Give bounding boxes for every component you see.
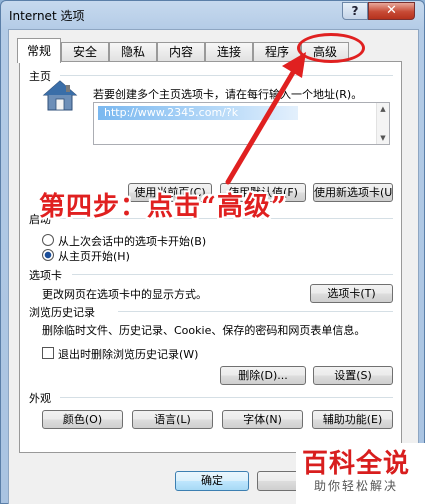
house-icon: [42, 80, 78, 111]
tabs-description: 更改网页在选项卡中的显示方式。: [42, 288, 207, 301]
close-button[interactable]: ✕: [368, 2, 415, 20]
delete-on-exit-checkbox[interactable]: [42, 347, 54, 359]
history-settings-button[interactable]: 设置(S): [313, 366, 393, 385]
pointer-arrow-icon: [225, 52, 306, 185]
watermark-main-text: 百科全说: [302, 449, 411, 479]
appearance-separator: [60, 397, 393, 398]
tab-security[interactable]: 安全: [61, 42, 109, 61]
tab-privacy[interactable]: 隐私: [109, 42, 157, 61]
use-new-tab-button[interactable]: 使用新选项卡(U): [313, 183, 393, 202]
radio-last-session[interactable]: [42, 234, 54, 246]
colors-button[interactable]: 颜色(O): [42, 410, 123, 429]
startup-home-label: 从主页开始(H): [58, 250, 130, 263]
radio-home-page[interactable]: [42, 249, 54, 261]
title-bar: Internet 选项 ? ✕: [1, 1, 424, 29]
scroll-down-icon[interactable]: ▼: [377, 132, 389, 144]
accessibility-button[interactable]: 辅助功能(E): [312, 410, 393, 429]
fonts-button[interactable]: 字体(N): [222, 410, 303, 429]
tabs-separator: [72, 274, 393, 275]
step-instruction-text: 第四步：点击“高级”: [39, 192, 287, 222]
tab-general[interactable]: 常规: [17, 38, 61, 63]
watermark-sub-text: 助你轻松解决: [314, 479, 399, 493]
delete-history-button[interactable]: 删除(D)...: [220, 366, 306, 385]
watermark: 百科全说 助你轻松解决: [296, 443, 425, 504]
startup-last-session-label: 从上次会话中的选项卡开始(B): [58, 235, 207, 248]
languages-button[interactable]: 语言(L): [132, 410, 213, 429]
general-tab-panel: 主页 若要创建多个主页选项卡，请在每行输入一个地址(R)。 http://www…: [19, 61, 402, 453]
tab-content[interactable]: 内容: [157, 42, 205, 61]
history-separator: [118, 311, 393, 312]
history-section-label: 浏览历史记录: [29, 306, 95, 319]
dialog-client-area: 常规 安全 隐私 内容 连接 程序 高级 主页 若要创建多个主页选项卡，请在每行…: [8, 29, 419, 504]
help-button[interactable]: ?: [342, 2, 368, 20]
homepage-scrollbar[interactable]: ▲ ▼: [376, 103, 389, 144]
tabs-button[interactable]: 选项卡(T): [310, 284, 393, 303]
window-title: Internet 选项: [9, 9, 85, 23]
delete-on-exit-label: 退出时删除浏览历史记录(W): [58, 348, 199, 361]
history-description: 删除临时文件、历史记录、Cookie、保存的密码和网页表单信息。: [42, 324, 366, 337]
internet-options-window: Internet 选项 ? ✕ 常规 安全 隐私 内容 连接 程序 高级 主页 …: [0, 0, 425, 504]
ok-button[interactable]: 确定: [175, 471, 249, 491]
appearance-section-label: 外观: [29, 392, 51, 405]
tabs-section-label: 选项卡: [29, 269, 62, 282]
scroll-up-icon[interactable]: ▲: [377, 103, 389, 115]
